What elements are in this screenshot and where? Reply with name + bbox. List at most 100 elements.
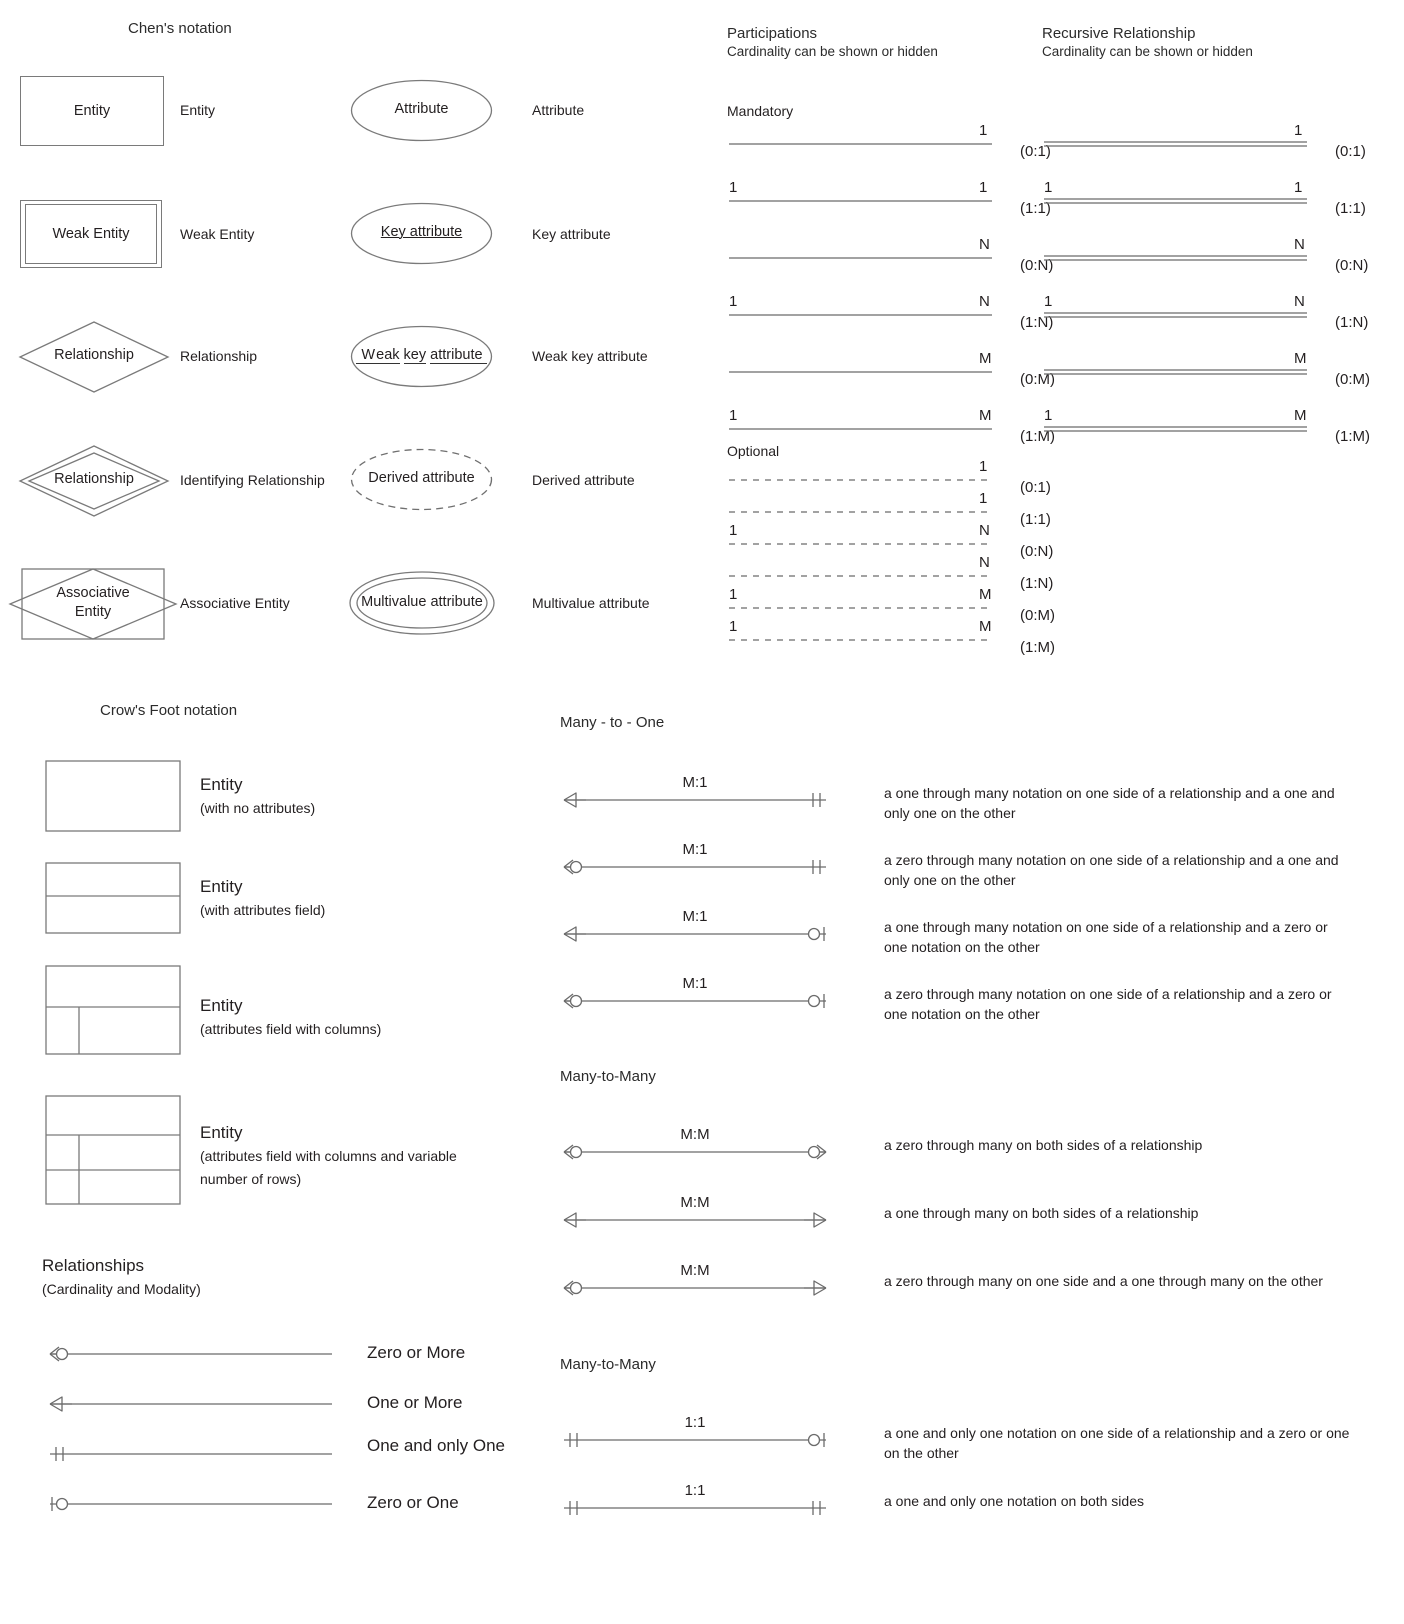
chen-notation-title: Chen's notation xyxy=(128,20,232,37)
participation-right-cardinality: M xyxy=(979,586,992,603)
participation-right-cardinality: 1 xyxy=(979,458,988,475)
participation-notation: (0:1) xyxy=(1020,479,1051,496)
chen-shape-key-attribute-text: Key attribute xyxy=(380,224,463,240)
participation-notation: (0:M) xyxy=(1335,371,1370,388)
relationship-description: a zero through many on one side and a on… xyxy=(884,1273,1323,1289)
crowsfoot-entity-label-1: Entity (with no attributes) xyxy=(200,774,315,820)
relationship-ratio-label: M:M xyxy=(680,1194,710,1211)
participation-right-cardinality: N xyxy=(979,293,990,310)
one-or-more-icon xyxy=(804,1280,827,1296)
relationship-ratio-label: M:1 xyxy=(682,975,708,992)
crowsfoot-entity-name-2: Entity xyxy=(200,877,243,896)
participation-row: 1 M (0:M) xyxy=(727,586,1055,624)
relationships-heading: Relationships (Cardinality and Modality) xyxy=(42,1255,201,1301)
chen-shape-weak-key-attribute: Weak key attribute xyxy=(350,325,493,388)
crowsfoot-entity-label-2: Entity (with attributes field) xyxy=(200,876,325,922)
participation-row: 1 1 (1:1) xyxy=(1042,175,1366,232)
chen-label-key-attribute: Key attribute xyxy=(532,226,611,242)
crowsfoot-entity-detail-4: (attributes field with columns and varia… xyxy=(200,1147,457,1187)
chen-shape-derived-attribute: Derived attribute xyxy=(350,448,493,511)
participation-right-cardinality: 1 xyxy=(979,122,988,139)
participation-left-cardinality: 1 xyxy=(1044,179,1053,196)
participation-notation: (0:N) xyxy=(1335,257,1369,274)
participation-row: 1 N (0:N) xyxy=(727,522,1053,560)
legend-row: Zero or More xyxy=(42,1330,465,1380)
chen-shape-key-attribute: Key attribute xyxy=(350,202,493,265)
zero-or-more-icon xyxy=(563,859,583,875)
one-or-more-icon xyxy=(563,926,586,942)
participation-right-cardinality: M xyxy=(979,350,992,367)
participation-right-cardinality: N xyxy=(1294,236,1305,253)
participation-right-cardinality: 1 xyxy=(979,179,988,196)
participations-subtitle: Cardinality can be shown or hidden xyxy=(727,44,938,59)
one-to-one-title: Many-to-Many xyxy=(560,1356,656,1373)
chen-label-identifying-relationship: Identifying Relationship xyxy=(180,472,325,488)
relationships-title: Relationships xyxy=(42,1256,145,1275)
chen-label-weak-entity: Weak Entity xyxy=(180,226,255,242)
legend-row: One or More xyxy=(42,1380,462,1430)
relationship-ratio-label: M:M xyxy=(680,1262,710,1279)
participation-row: M (0:M) xyxy=(727,346,1055,403)
chen-shape-associative-entity-text: Associative Entity xyxy=(56,585,130,621)
chen-shape-relationship-text: Relationship xyxy=(54,347,134,363)
participation-right-cardinality: M xyxy=(979,618,992,635)
crowsfoot-entity-label-4: Entity (attributes field with columns an… xyxy=(200,1122,500,1191)
participation-left-cardinality: 1 xyxy=(729,179,738,196)
crowsfoot-entity-box-3 xyxy=(45,965,181,1055)
participation-row: 1 M (1:M) xyxy=(1042,403,1370,460)
participation-row: 1 (0:1) xyxy=(727,118,1051,175)
chen-shape-weak-entity: Weak Entity xyxy=(20,200,162,268)
relationship-description: a zero through many notation on one side… xyxy=(884,986,1332,1022)
mandatory-label: Mandatory xyxy=(727,103,794,119)
relationship-row: M:1 a one through many notation on one si… xyxy=(556,904,1328,971)
relationship-description: a zero through many on both sides of a r… xyxy=(884,1137,1203,1153)
participation-right-cardinality: N xyxy=(979,522,990,539)
chen-shape-identifying-relationship: Relationship xyxy=(18,444,170,518)
many-to-many-title: Many-to-Many xyxy=(560,1068,656,1085)
relationship-description: a one through many on both sides of a re… xyxy=(884,1205,1199,1221)
participation-row: 1 N (1:N) xyxy=(1042,289,1368,346)
relationship-description: a one and only one notation on one side … xyxy=(884,1425,1350,1461)
participation-left-cardinality: 1 xyxy=(729,618,738,635)
chen-label-derived-attribute: Derived attribute xyxy=(532,472,635,488)
relationship-ratio-label: 1:1 xyxy=(684,1414,706,1431)
chen-label-entity: Entity xyxy=(180,102,216,118)
relationship-row: M:M a zero through many on both sides of … xyxy=(556,1122,1202,1190)
chen-shape-derived-attribute-text: Derived attribute xyxy=(368,470,475,486)
one-or-more-icon xyxy=(563,1212,586,1228)
zero-or-more-icon xyxy=(563,1144,583,1160)
crowsfoot-entity-detail-2: (with attributes field) xyxy=(200,901,326,918)
participation-notation: (1:N) xyxy=(1020,575,1054,592)
relationship-ratio-label: M:M xyxy=(680,1126,710,1143)
chen-shape-weak-key-attribute-text: Weak key attribute xyxy=(356,347,487,364)
optional-label: Optional xyxy=(727,443,780,459)
crowsfoot-entity-box-4 xyxy=(45,1095,181,1205)
participation-row: 1 1 (1:1) xyxy=(727,175,1051,232)
relationship-ratio-label: M:1 xyxy=(682,774,708,791)
relationship-row: 1:1 a one and only one notation on one si… xyxy=(556,1410,1349,1478)
participation-notation: (1:M) xyxy=(1020,639,1055,656)
relationship-row: M:1 a zero through many notation on one s… xyxy=(556,971,1332,1038)
chen-shape-relationship: Relationship xyxy=(18,320,170,394)
participation-right-cardinality: 1 xyxy=(1294,179,1303,196)
chen-shape-weak-entity-text: Weak Entity xyxy=(52,226,130,242)
participation-row: N (1:N) xyxy=(727,554,1053,592)
participation-row: 1 (0:1) xyxy=(727,458,1051,496)
crows-foot-title: Crow's Foot notation xyxy=(100,702,238,719)
relationship-description: a one through many notation on one side … xyxy=(884,919,1328,955)
legend-label: Zero or One xyxy=(367,1493,459,1512)
participation-left-cardinality: 1 xyxy=(729,407,738,424)
zero-or-more-icon xyxy=(49,1346,69,1362)
participation-row: N (0:N) xyxy=(1042,232,1368,289)
chen-shape-entity: Entity xyxy=(20,76,164,146)
recursive-subtitle: Cardinality can be shown or hidden xyxy=(1042,44,1253,59)
participation-right-cardinality: 1 xyxy=(979,490,988,507)
one-or-more-icon xyxy=(563,792,586,808)
relationship-description: a zero through many notation on one side… xyxy=(884,852,1339,888)
chen-label-weak-key-attribute: Weak key attribute xyxy=(532,348,648,364)
participation-right-cardinality: N xyxy=(979,236,990,253)
legend-row: Zero or One xyxy=(42,1480,459,1530)
relationship-row: M:M a zero through many on one side and a… xyxy=(556,1258,1323,1326)
relationship-description: a one and only one notation on both side… xyxy=(884,1493,1144,1509)
chen-shape-associative-entity: Associative Entity xyxy=(8,566,178,642)
